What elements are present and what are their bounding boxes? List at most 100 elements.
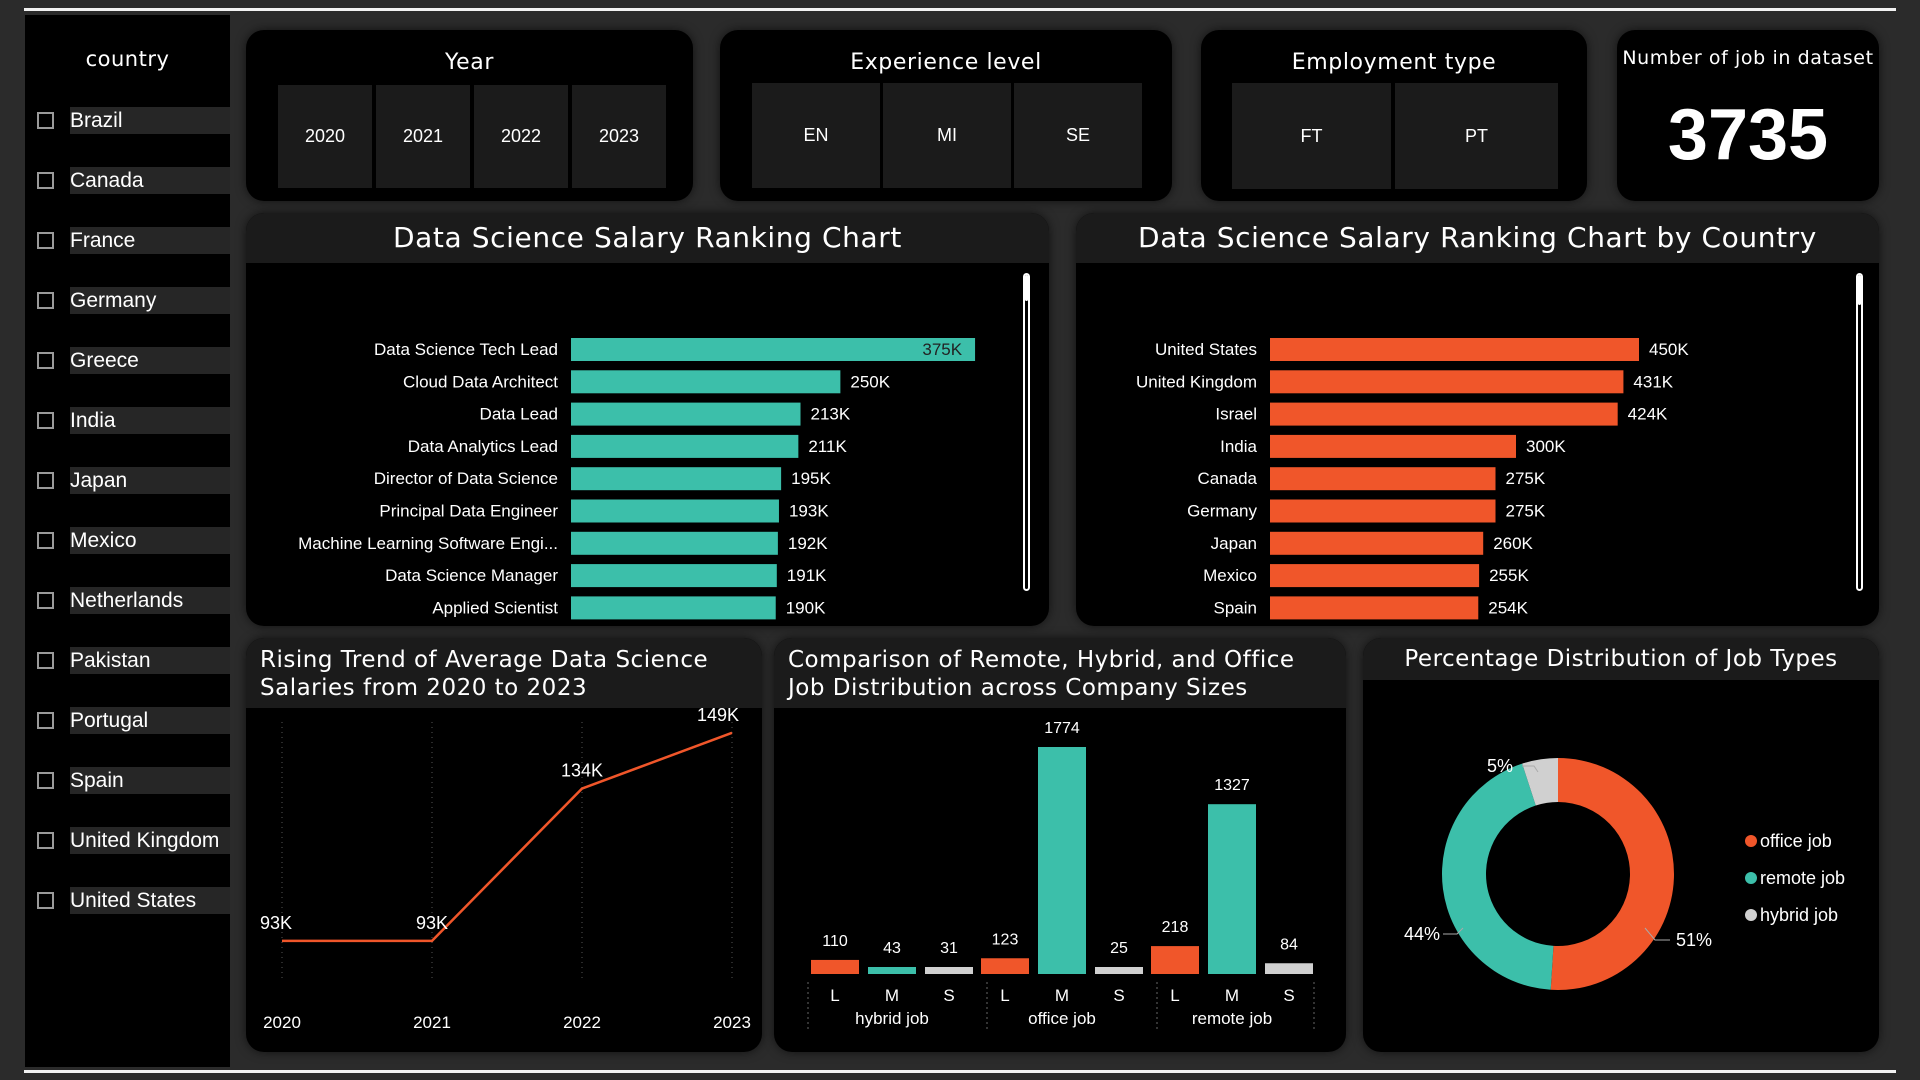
- country-label: Netherlands: [70, 587, 230, 614]
- employment-option-pt[interactable]: PT: [1395, 83, 1558, 189]
- country-checkbox[interactable]: [37, 172, 54, 189]
- category-label: Israel: [1215, 405, 1257, 424]
- category-label: United Kingdom: [1136, 372, 1257, 391]
- size-label: L: [1000, 986, 1009, 1005]
- country-checkbox[interactable]: [37, 352, 54, 369]
- experience-filter-card: Experience level EN MI SE: [720, 30, 1172, 201]
- country-checkbox[interactable]: [37, 232, 54, 249]
- country-label: Portugal: [70, 707, 230, 734]
- country-label: Germany: [70, 287, 230, 314]
- bar: [1270, 370, 1624, 394]
- country-option[interactable]: Greece: [25, 343, 230, 383]
- slice-label: 44%: [1404, 924, 1440, 944]
- country-option[interactable]: United States: [25, 883, 230, 923]
- bar: [1270, 338, 1639, 361]
- column: [1038, 747, 1086, 974]
- country-label: India: [70, 407, 230, 434]
- country-option[interactable]: Netherlands: [25, 583, 230, 623]
- employment-option-ft[interactable]: FT: [1232, 83, 1391, 189]
- country-option[interactable]: Portugal: [25, 703, 230, 743]
- group-label: office job: [1028, 1009, 1096, 1028]
- country-option[interactable]: Germany: [25, 283, 230, 323]
- country-checkbox[interactable]: [37, 532, 54, 549]
- data-label: 254K: [1488, 598, 1528, 617]
- job-count-title: Number of job in dataset: [1622, 47, 1874, 69]
- size-label: M: [1225, 986, 1239, 1005]
- category-label: Data Science Tech Lead: [374, 340, 558, 359]
- data-label: 134K: [561, 761, 603, 781]
- country-checkbox[interactable]: [37, 832, 54, 849]
- category-label: Applied Scientist: [432, 598, 558, 617]
- salary-ranking-scrollbar[interactable]: [1023, 273, 1030, 591]
- size-label: S: [943, 986, 954, 1005]
- country-option[interactable]: Brazil: [25, 103, 230, 143]
- column: [981, 958, 1029, 974]
- country-checkbox[interactable]: [37, 412, 54, 429]
- group-label: hybrid job: [855, 1009, 929, 1028]
- country-checkbox[interactable]: [37, 712, 54, 729]
- country-checkbox[interactable]: [37, 892, 54, 909]
- size-label: S: [1283, 986, 1294, 1005]
- country-option[interactable]: Canada: [25, 163, 230, 203]
- bar: [1270, 531, 1484, 555]
- size-label: L: [1170, 986, 1179, 1005]
- country-option[interactable]: United Kingdom: [25, 823, 230, 863]
- bar: [1270, 499, 1496, 523]
- category-label: Data Analytics Lead: [408, 437, 558, 456]
- country-checkbox[interactable]: [37, 472, 54, 489]
- employment-filter-title: Employment type: [1291, 50, 1497, 75]
- data-label: 110: [822, 933, 848, 950]
- country-label: France: [70, 227, 230, 254]
- data-label: 93K: [416, 913, 448, 933]
- data-label: 450K: [1649, 340, 1689, 359]
- country-slicer: country Brazil Canada France Germany Greece I…: [25, 15, 230, 1067]
- category-label: Canada: [1197, 469, 1257, 488]
- size-label: L: [830, 986, 839, 1005]
- donut-slice: [1550, 758, 1675, 990]
- salary-trend-chart: 2020 2021 2022 2023 93K 93K 134K 149K: [260, 708, 751, 1032]
- year-option-2022[interactable]: 2022: [474, 85, 568, 188]
- column: [1095, 967, 1143, 974]
- data-label: 149K: [697, 708, 739, 725]
- bar: [1270, 564, 1480, 588]
- country-option[interactable]: Spain: [25, 763, 230, 803]
- country-checkbox[interactable]: [37, 292, 54, 309]
- category-label: Cloud Data Architect: [403, 372, 558, 391]
- category-label: Machine Learning Software Engi...: [298, 534, 558, 553]
- job-type-chart: 51% 44% 5% office job remote job hybrid job: [1404, 756, 1845, 990]
- country-checkbox[interactable]: [37, 112, 54, 129]
- bar: [571, 402, 801, 426]
- country-label: Mexico: [70, 527, 230, 554]
- experience-option-mi[interactable]: MI: [883, 83, 1011, 188]
- data-label: 260K: [1493, 534, 1533, 553]
- year-option-2023[interactable]: 2023: [572, 85, 666, 188]
- year-option-2020[interactable]: 2020: [278, 85, 372, 188]
- country-option[interactable]: Pakistan: [25, 643, 230, 683]
- country-checkbox[interactable]: [37, 592, 54, 609]
- country-checkbox[interactable]: [37, 772, 54, 789]
- job-count-value: 3735: [1667, 95, 1829, 175]
- column: [868, 967, 916, 974]
- country-option[interactable]: France: [25, 223, 230, 263]
- salary-ranking-title: Data Science Salary Ranking Chart: [246, 213, 1049, 263]
- bar: [571, 596, 776, 620]
- country-option[interactable]: Japan: [25, 463, 230, 503]
- company-size-card: Comparison of Remote, Hybrid, and Office…: [774, 638, 1346, 1052]
- legend-label: remote job: [1760, 868, 1845, 888]
- bar: [571, 531, 778, 555]
- bottom-border: [24, 1070, 1896, 1073]
- country-option[interactable]: India: [25, 403, 230, 443]
- data-label: 250K: [850, 372, 890, 391]
- job-type-title: Percentage Distribution of Job Types: [1363, 638, 1879, 680]
- data-label: 93K: [260, 913, 292, 933]
- company-size-title: Comparison of Remote, Hybrid, and Office…: [774, 638, 1346, 708]
- year-option-2021[interactable]: 2021: [376, 85, 470, 188]
- experience-filter-title: Experience level: [850, 50, 1042, 75]
- country-salary-scrollbar[interactable]: [1856, 273, 1863, 591]
- country-option[interactable]: Mexico: [25, 523, 230, 563]
- country-checkbox[interactable]: [37, 652, 54, 669]
- country-label: Brazil: [70, 107, 230, 134]
- legend-marker: [1745, 872, 1757, 884]
- experience-option-en[interactable]: EN: [752, 83, 880, 188]
- experience-option-se[interactable]: SE: [1014, 83, 1142, 188]
